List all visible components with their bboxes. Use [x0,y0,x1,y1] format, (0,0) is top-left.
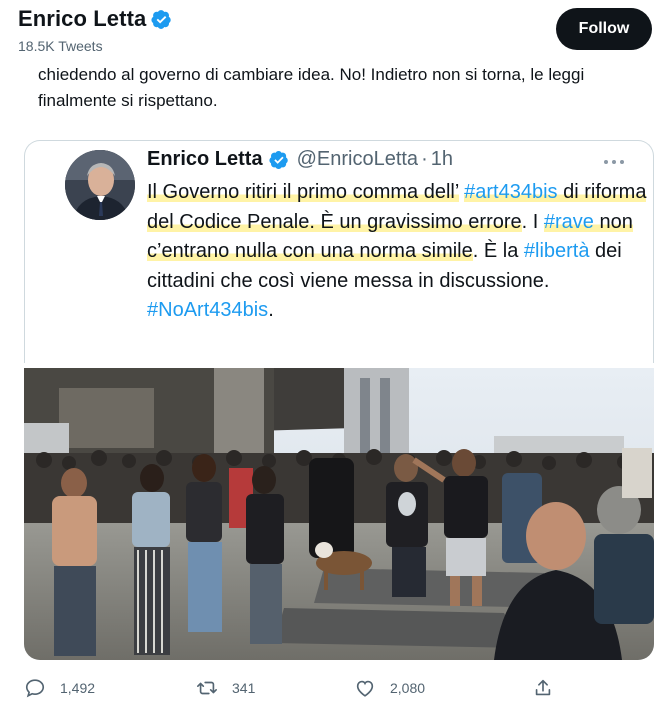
quoted-separator: · [421,148,428,170]
share-icon [535,679,551,696]
crowd-photo-icon [24,368,654,660]
tweet-count: 18.5K Tweets [18,38,103,54]
quoted-text-segment: . [268,299,274,321]
reply-icon [25,679,45,698]
quoted-text-segment: . I [521,210,544,233]
verified-badge-icon [268,150,288,169]
like-count: 2,080 [390,680,426,696]
tweet-photo[interactable] [24,368,654,660]
quoted-avatar[interactable] [65,150,135,220]
retweet-icon [197,681,217,695]
verified-badge-icon [151,9,172,29]
hashtag-link[interactable]: #NoArt434bis [147,299,268,321]
quoted-text-segment: . È la [472,240,524,262]
tweet-text: chiedendo al governo di cambiare idea. N… [38,65,585,110]
hashtag-link[interactable]: #rave [543,210,594,233]
follow-button[interactable]: Follow [556,8,652,50]
heart-icon [356,680,374,697]
quoted-time[interactable]: 1h [431,148,453,171]
quoted-handle[interactable]: @EnricoLetta [297,148,418,171]
reply-count: 1,492 [60,680,96,696]
like-action[interactable]: 2,080 [354,672,425,704]
quoted-name[interactable]: Enrico Letta [147,148,263,171]
retweet-action[interactable]: 341 [196,672,255,704]
profile-name[interactable]: Enrico Letta [18,6,146,32]
more-options-icon[interactable] [600,152,628,172]
share-action[interactable] [532,672,554,704]
retweet-count: 341 [232,680,256,696]
tweet-actions: 1,492 341 2,080 [0,672,669,708]
quoted-header: Enrico Letta @EnricoLetta · 1h [147,148,453,171]
quoted-text: Il Governo ritiri il primo comma dell’ #… [147,178,647,326]
profile-name-row: Enrico Letta [18,6,172,32]
quoted-text-segment: Il Governo ritiri il primo comma dell’ [147,181,459,203]
reply-action[interactable]: 1,492 [24,672,95,704]
profile-header: Enrico Letta 18.5K Tweets Follow [0,0,669,62]
hashtag-link[interactable]: #art434bis [464,181,558,203]
avatar-portrait-icon [65,150,135,220]
hashtag-link[interactable]: #libertà [524,240,590,262]
